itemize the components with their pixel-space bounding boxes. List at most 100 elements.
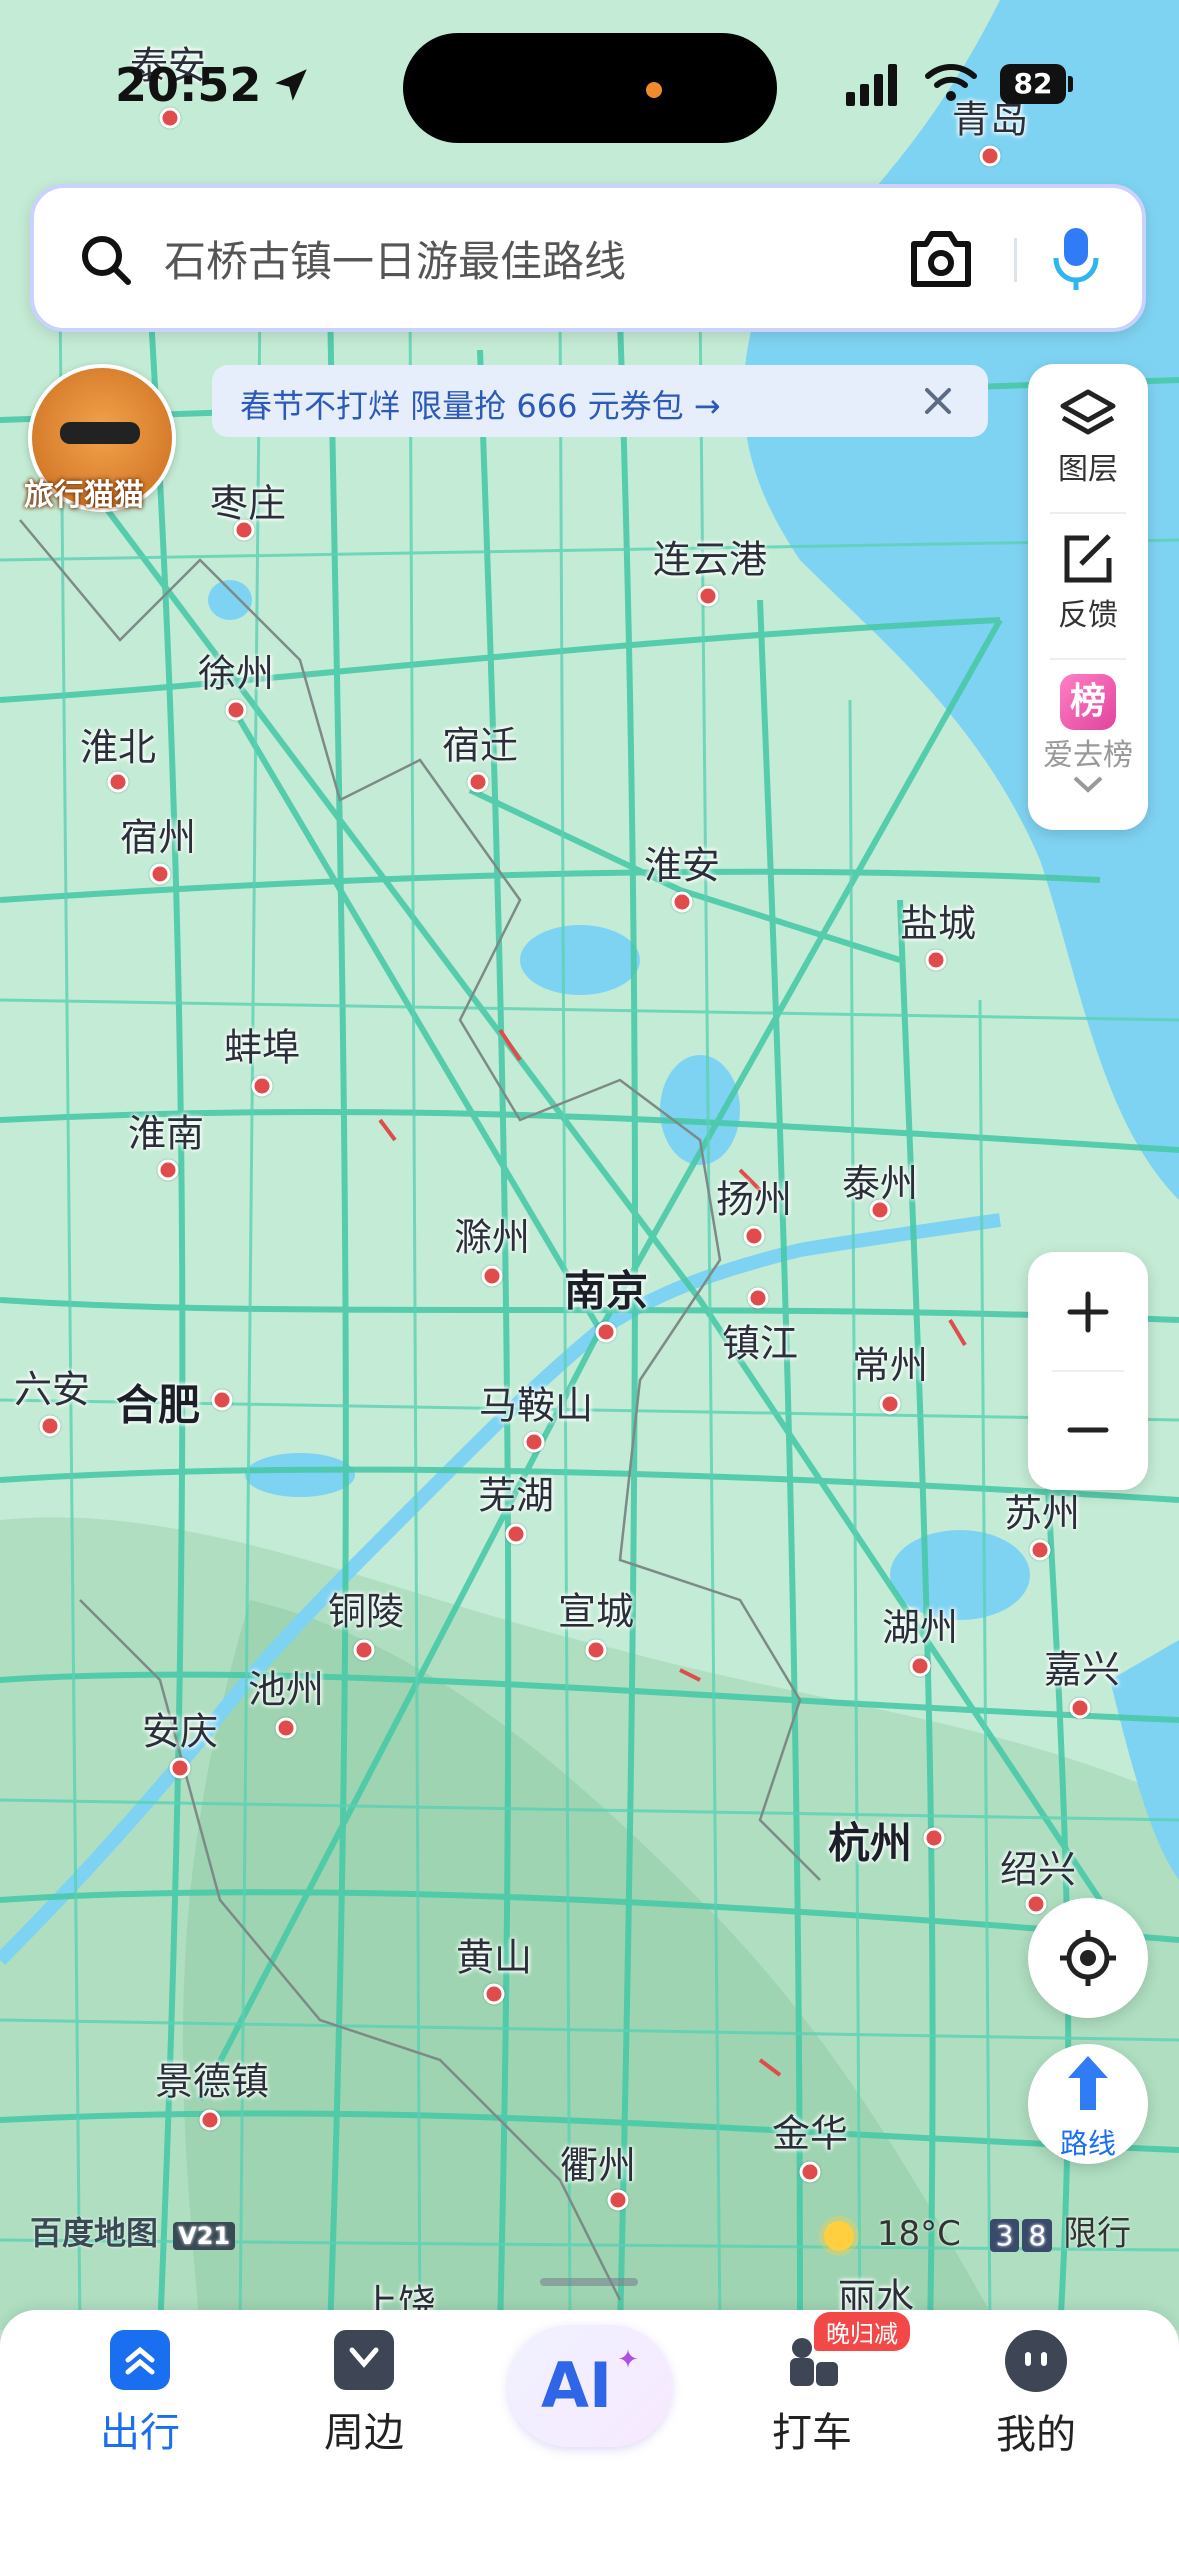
layers-label: 图层 (1058, 452, 1118, 487)
city-label[interactable]: 景德镇 (155, 2051, 269, 2106)
city-label[interactable]: 马鞍山 (479, 1375, 593, 1430)
city-dot (671, 891, 693, 913)
promo-banner[interactable]: 春节不打烊 限量抢 666 元券包 → (212, 365, 988, 437)
city-label[interactable]: 嘉兴 (1044, 1639, 1120, 1694)
city-dot (199, 2109, 221, 2131)
route-label: 路线 (1059, 2127, 1116, 2160)
city-label[interactable]: 南京 (564, 1258, 648, 1319)
search-bar[interactable]: 石桥古镇一日游最佳路线 (30, 184, 1146, 332)
city-label[interactable]: 芜湖 (478, 1465, 554, 1520)
map-version-badge: V21 (173, 2222, 236, 2250)
city-label[interactable]: 安庆 (142, 1701, 218, 1756)
city-label[interactable]: 池州 (248, 1659, 324, 1714)
zoom-in-icon[interactable] (1066, 1290, 1110, 1334)
city-dot (467, 771, 489, 793)
feedback-icon (1064, 534, 1112, 583)
search-input[interactable]: 石桥古镇一日游最佳路线 (164, 228, 626, 289)
temperature: 18°C (876, 2214, 961, 2254)
city-dot (869, 1199, 891, 1221)
ai-label: AI (541, 2349, 613, 2422)
city-dot (799, 2161, 821, 2183)
city-label[interactable]: 淮南 (128, 1103, 204, 1158)
city-dot (747, 1287, 769, 1309)
city-label[interactable]: 六安 (14, 1359, 90, 1414)
restriction-digit: 8 (1022, 2219, 1053, 2252)
city-label[interactable]: 盐城 (900, 893, 976, 948)
location-arrow-icon (275, 69, 307, 101)
battery-level: 82 (1013, 67, 1053, 100)
city-label[interactable]: 淮北 (80, 717, 156, 772)
city-dot (211, 1389, 233, 1411)
city-label[interactable]: 连云港 (653, 529, 767, 584)
restriction-digit: 3 (989, 2219, 1020, 2252)
city-dot (743, 1225, 765, 1247)
city-label[interactable]: 杭州 (828, 1810, 912, 1871)
close-icon[interactable] (924, 387, 952, 415)
locate-button[interactable] (1028, 1898, 1148, 2018)
dynamic-island (403, 33, 777, 143)
zoom-out-icon[interactable] (1066, 1408, 1110, 1452)
route-button[interactable]: 路线 (1028, 2044, 1148, 2164)
wifi-icon (925, 64, 977, 101)
restriction-label: 限行 (1063, 2214, 1132, 2254)
city-label[interactable]: 铜陵 (328, 1581, 404, 1636)
feedback-button[interactable]: 反馈 (1028, 532, 1148, 634)
tab-ai[interactable]: AI ✦ (490, 2325, 690, 2447)
city-label[interactable]: 黄山 (456, 1927, 532, 1982)
city-label[interactable]: 宿州 (120, 807, 196, 862)
city-label[interactable]: 绍兴 (1000, 1839, 1076, 1894)
city-label[interactable]: 宿迁 (442, 715, 518, 770)
city-dot (923, 1827, 945, 1849)
camera-icon[interactable] (908, 228, 974, 290)
city-label[interactable]: 蚌埠 (224, 1017, 300, 1072)
battery-icon: 82 (1000, 64, 1066, 104)
rank-icon: 榜 (1060, 674, 1116, 730)
mascot-label: 旅行猫猫 (24, 478, 144, 513)
microphone-icon[interactable] (1048, 224, 1104, 294)
rank-label: 爱去榜 (1043, 738, 1133, 773)
city-dot (483, 1983, 505, 2005)
layers-button[interactable]: 图层 (1028, 388, 1148, 488)
city-label[interactable]: 合肥 (116, 1372, 200, 1433)
city-label[interactable]: 苏州 (1004, 1483, 1080, 1538)
city-dot (149, 863, 171, 885)
city-label[interactable]: 徐州 (198, 643, 274, 698)
city-dot (585, 1639, 607, 1661)
city-dot (607, 2189, 629, 2211)
rank-button[interactable]: 榜 爱去榜 (1028, 674, 1148, 798)
ai-button: AI ✦ (508, 2325, 672, 2447)
search-icon (82, 236, 131, 285)
city-dot (697, 585, 719, 607)
city-label[interactable]: 淮安 (644, 835, 720, 890)
sparkle-icon: ✦ (617, 2345, 639, 2375)
city-label[interactable]: 镇江 (722, 1313, 798, 1368)
chevron-down-icon[interactable] (1071, 774, 1105, 794)
tab-profile[interactable]: 我的 (936, 2330, 1136, 2460)
city-dot (481, 1265, 503, 1287)
tab-label: 我的 (996, 2412, 1076, 2458)
tab-nearby[interactable]: 周边 (264, 2330, 464, 2458)
city-label[interactable]: 湖州 (882, 1597, 958, 1652)
city-label[interactable]: 衢州 (560, 2135, 636, 2190)
city-label[interactable]: 扬州 (716, 1169, 792, 1224)
map-logo: 百度地图 V21 (30, 2208, 236, 2254)
city-dot (925, 949, 947, 971)
toolbar-divider (1050, 658, 1126, 660)
weather-widget[interactable]: 18°C 38 限行 (824, 2206, 1131, 2255)
city-label[interactable]: 滁州 (454, 1207, 530, 1262)
battery-cap (1068, 76, 1073, 92)
city-label[interactable]: 枣庄 (210, 473, 286, 528)
zoom-divider (1052, 1370, 1124, 1372)
travel-icon (110, 2330, 170, 2390)
city-dot (169, 1757, 191, 1779)
city-label[interactable]: 宣城 (558, 1581, 634, 1636)
taxi-promo-badge: 晚归减 (814, 2312, 910, 2351)
city-label[interactable]: 金华 (772, 2103, 848, 2158)
nearby-icon (334, 2330, 394, 2390)
toolbar-divider (1050, 512, 1126, 514)
city-label[interactable]: 常州 (852, 1335, 928, 1390)
tab-travel[interactable]: 出行 (40, 2330, 240, 2458)
signal-icon (846, 64, 897, 106)
city-dot (157, 1159, 179, 1181)
tab-label: 出行 (100, 2410, 180, 2456)
